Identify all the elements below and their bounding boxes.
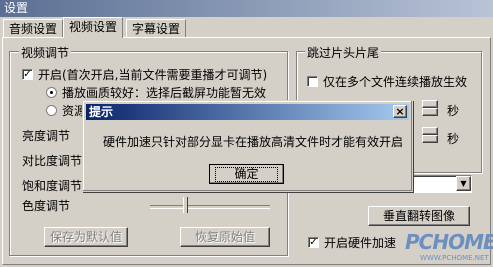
close-icon[interactable]: × bbox=[393, 105, 407, 118]
tab-audio-settings[interactable]: 音频设置 bbox=[3, 19, 64, 37]
skip-end-spin-down[interactable] bbox=[422, 135, 438, 143]
skip-end-spin-up[interactable] bbox=[422, 127, 438, 135]
hint-dialog: 提示 × 硬件加速只针对部分显卡在播放高清文件时才能有效开启 确定 bbox=[82, 100, 413, 192]
pchome-watermark: PCHOME bbox=[405, 230, 493, 254]
flip-vertical-button[interactable]: 垂直翻转图像 bbox=[368, 206, 470, 226]
dialog-title: 提示 bbox=[89, 105, 114, 119]
save-default-button[interactable]: 保存为默认值 bbox=[44, 227, 128, 247]
brightness-label: 亮度调节 bbox=[22, 129, 71, 143]
window-title: 设置 bbox=[0, 0, 493, 17]
hue-label: 色度调节 bbox=[22, 199, 71, 213]
quality-radio[interactable] bbox=[46, 87, 57, 98]
quality-radio-label: 播放画质较好：选择后截屏功能暂无效 bbox=[62, 86, 267, 100]
hue-slider-thumb[interactable] bbox=[183, 197, 188, 213]
chevron-down-icon[interactable]: ▼ bbox=[456, 176, 471, 191]
hw-accel-label: 开启硬件加速 bbox=[324, 236, 397, 250]
skip-group-label: 跳过片头片尾 bbox=[305, 44, 382, 61]
resource-radio[interactable] bbox=[46, 105, 57, 116]
enable-adjust-label: 开启(首次开启,当前文件需要重播才可调节) bbox=[38, 68, 268, 82]
hw-accel-checkbox[interactable]: ✓ bbox=[308, 237, 319, 248]
video-adjust-group-label: 视频调节 bbox=[19, 44, 72, 61]
enable-adjust-checkbox[interactable]: ✓ bbox=[22, 69, 33, 80]
saturation-label: 饱和度调节 bbox=[22, 179, 83, 193]
ok-button-label: 确定 bbox=[215, 167, 278, 182]
pchome-watermark-url: WWW.PCHOME.NET bbox=[420, 254, 489, 262]
restore-default-button[interactable]: 恢复原始值 bbox=[180, 227, 270, 247]
skip-start-seconds-unit: 秒 bbox=[447, 104, 460, 118]
only-continuous-label: 仅在多个文件连续播放生效 bbox=[323, 75, 468, 89]
ok-button[interactable]: 确定 bbox=[209, 164, 284, 184]
skip-end-seconds-unit: 秒 bbox=[447, 132, 460, 146]
contrast-label: 对比度调节 bbox=[22, 154, 83, 168]
tab-video-settings[interactable]: 视频设置 bbox=[63, 17, 124, 38]
only-continuous-checkbox[interactable] bbox=[307, 76, 318, 87]
dialog-message: 硬件加速只针对部分显卡在播放高清文件时才能有效开启 bbox=[103, 135, 404, 149]
tab-subtitle-settings[interactable]: 字幕设置 bbox=[126, 19, 187, 37]
skip-start-spin-down[interactable] bbox=[422, 108, 438, 116]
hue-slider-track[interactable] bbox=[150, 205, 270, 209]
skip-start-spin-up[interactable] bbox=[422, 100, 438, 108]
dialog-title-bar: 提示 × bbox=[86, 104, 409, 120]
